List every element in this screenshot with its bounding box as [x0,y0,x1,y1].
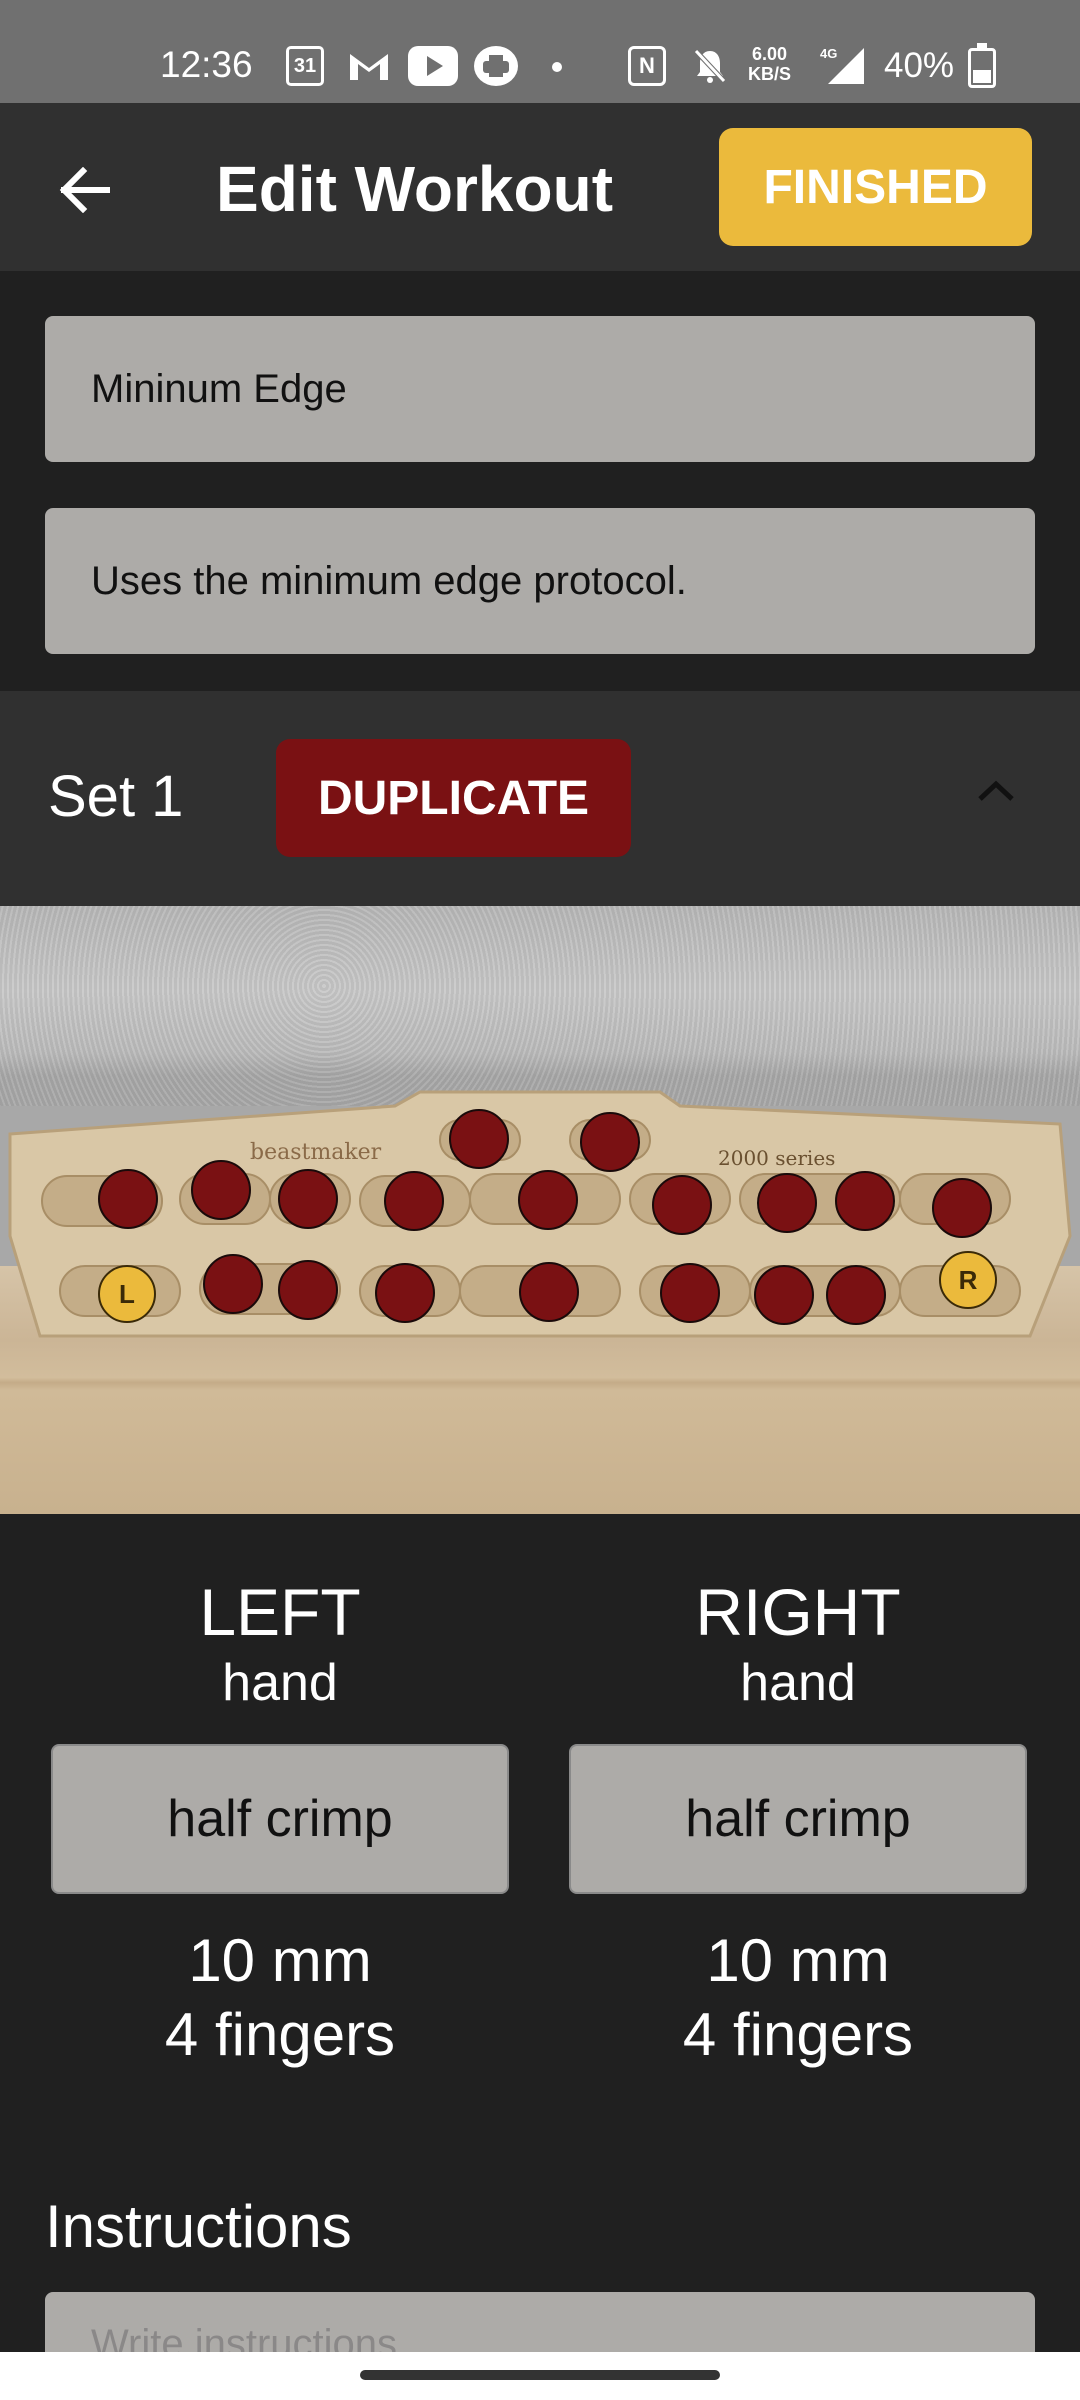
selected-hold[interactable] [375,1263,435,1323]
back-button[interactable] [40,145,130,235]
workout-description-field[interactable]: Uses the minimum edge protocol. [45,508,1035,654]
left-hand-word: hand [222,1654,338,1712]
selected-hold[interactable] [384,1171,444,1231]
status-time: 12:36 [160,44,253,85]
app-bar: Edit Workout FINISHED [0,103,1080,271]
network-type: 4G [820,46,837,61]
selected-hold[interactable] [449,1109,509,1169]
right-hand-word: hand [740,1654,856,1712]
selected-hold[interactable] [826,1265,886,1325]
network-speed-unit: KB/S [748,64,792,84]
battery-text: 40% [884,46,955,85]
right-hand-panel: RIGHT hand half crimp 10 mm 4 fingers [568,1572,1028,2072]
gmail-icon [348,46,390,86]
right-hand-side: RIGHT [695,1575,901,1649]
youtube-icon [408,46,458,86]
selected-hold[interactable] [278,1260,338,1320]
left-hand-marker[interactable]: L [98,1265,156,1323]
selected-hold[interactable] [519,1262,579,1322]
selected-hold[interactable] [98,1169,158,1229]
set-label: Set 1 [48,764,184,829]
selected-hold[interactable] [518,1170,578,1230]
selected-hold[interactable] [203,1254,263,1314]
calendar-icon: 31 [286,46,324,86]
left-grip-button[interactable]: half crimp [51,1744,509,1894]
selected-hold[interactable] [652,1175,712,1235]
left-fingers: 4 fingers [164,2001,396,2068]
print-icon [474,46,518,86]
system-nav-bar [0,2352,1080,2400]
home-gesture-handle[interactable] [360,2370,720,2380]
collapse-button[interactable] [966,761,1026,821]
selected-hold[interactable] [932,1178,992,1238]
network-speed: 6.00 KB/S [748,44,791,84]
selected-hold[interactable] [660,1263,720,1323]
selected-hold[interactable] [754,1265,814,1325]
hangboard-image: beastmaker 2000 series L R [0,906,1080,1514]
instructions-label: Instructions [45,2193,352,2260]
left-edge-size: 10 mm [188,1927,372,1994]
duplicate-button[interactable]: DUPLICATE [276,739,631,857]
hold-layer: L R [0,906,1080,1514]
right-grip-button[interactable]: half crimp [569,1744,1027,1894]
selected-hold[interactable] [757,1173,817,1233]
right-fingers: 4 fingers [682,2001,914,2068]
selected-hold[interactable] [278,1169,338,1229]
finished-button[interactable]: FINISHED [719,128,1032,246]
status-bar: 12:36 31 N 6.00 KB/S 4G 40% [0,0,1080,103]
signal-icon: 4G [820,46,868,86]
selected-hold[interactable] [191,1160,251,1220]
nfc-icon: N [628,46,666,86]
bell-muted-icon [690,46,730,86]
chevron-up-icon [978,780,1014,801]
instructions-field[interactable]: Write instructions [45,2292,1035,2352]
left-hand-side: LEFT [199,1575,361,1649]
right-hand-marker[interactable]: R [939,1251,997,1309]
left-hand-panel: LEFT hand half crimp 10 mm 4 fingers [50,1572,510,2072]
selected-hold[interactable] [835,1171,895,1231]
selected-hold[interactable] [580,1112,640,1172]
network-speed-value: 6.00 [751,44,788,64]
battery-icon [968,43,996,88]
workout-name-field[interactable]: Mininum Edge [45,316,1035,462]
notification-dot-icon [552,62,562,72]
right-edge-size: 10 mm [706,1927,890,1994]
battery-fill [973,70,991,83]
arrow-back-icon [59,167,110,213]
set-header: Set 1 DUPLICATE [0,691,1080,906]
page-title: Edit Workout [216,153,613,225]
